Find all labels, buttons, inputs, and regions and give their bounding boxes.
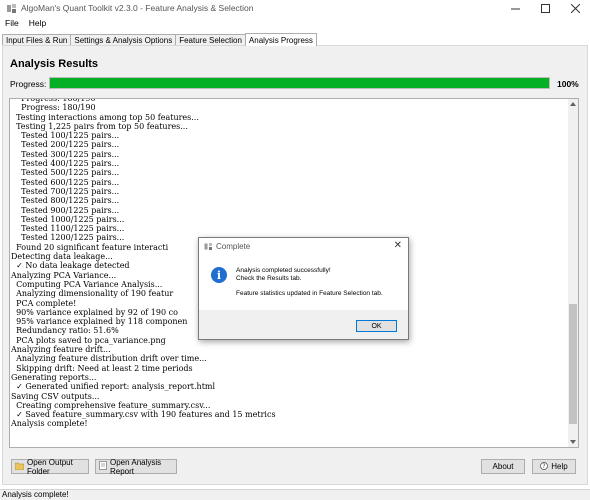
- dialog-title: Complete: [216, 242, 251, 251]
- scrollbar-thumb[interactable]: [569, 304, 577, 424]
- open-output-folder-label: Open Output Folder: [27, 457, 73, 476]
- log-line: ✓ Saved feature_summary.csv with 190 fea…: [11, 410, 276, 420]
- progress-percent: 100%: [557, 79, 579, 89]
- menu-file[interactable]: File: [0, 18, 24, 28]
- progress-bar-fill: [50, 78, 549, 88]
- scroll-down-icon[interactable]: [568, 437, 578, 447]
- scroll-up-icon[interactable]: [568, 99, 578, 109]
- dialog-message-line-2: Check the Results tab.: [236, 275, 302, 282]
- log-line: Analyzing feature drift...: [11, 345, 111, 355]
- log-line: Analyzing feature distribution drift ove…: [11, 354, 207, 364]
- help-icon: ?: [540, 461, 549, 472]
- log-scrollbar[interactable]: [568, 99, 578, 447]
- log-line: Tested 100/1225 pairs...: [11, 131, 120, 141]
- open-analysis-report-label: Open Analysis Report: [110, 457, 162, 476]
- open-output-folder-button[interactable]: Open Output Folder: [11, 457, 89, 476]
- minimize-icon[interactable]: [500, 0, 530, 16]
- log-line: Saving CSV outputs...: [11, 391, 100, 401]
- open-analysis-report-button[interactable]: Open Analysis Report: [95, 457, 177, 476]
- log-line: ✓ Generated unified report: analysis_rep…: [11, 382, 216, 392]
- dialog-message-line-3: Feature statistics updated in Feature Se…: [236, 290, 383, 297]
- folder-icon: [14, 462, 25, 472]
- log-line: Skipping drift: Need at least 2 time per…: [11, 363, 193, 373]
- close-icon[interactable]: [560, 0, 590, 16]
- log-line: Tested 200/1225 pairs...: [11, 140, 120, 150]
- log-line: Tested 800/1225 pairs...: [11, 196, 120, 206]
- dialog-message-line-1: Analysis completed successfully!: [236, 267, 331, 274]
- svg-text:?: ?: [543, 463, 546, 470]
- about-label: About: [492, 462, 514, 471]
- log-line: Generating reports...: [11, 372, 97, 382]
- dialog-titlebar: Complete ✕: [199, 238, 408, 255]
- log-line: Analysis complete!: [11, 419, 88, 429]
- dialog-close-icon[interactable]: ✕: [394, 240, 402, 251]
- page-title: Analysis Results: [10, 58, 99, 70]
- dialog-message: Analysis completed successfully! Check t…: [236, 267, 383, 298]
- log-line: Tested 500/1225 pairs...: [11, 168, 120, 178]
- ok-button[interactable]: OK: [356, 320, 397, 332]
- about-button[interactable]: About: [481, 459, 525, 474]
- log-line: Tested 900/1225 pairs...: [11, 205, 120, 215]
- progress-label: Progress:: [10, 79, 47, 89]
- log-line: Tested 300/1225 pairs...: [11, 149, 120, 159]
- log-line: Tested 1000/1225 pairs...: [11, 214, 125, 224]
- log-line: Tested 600/1225 pairs...: [11, 177, 120, 187]
- log-line: Tested 400/1225 pairs...: [11, 159, 120, 169]
- help-label: Help: [551, 462, 568, 471]
- window-titlebar: AlgoMan's Quant Toolkit v2.3.0 - Feature…: [0, 0, 590, 16]
- progress-bar: [49, 77, 550, 89]
- tab-analysis-progress[interactable]: Analysis Progress: [244, 33, 317, 46]
- log-line: Tested 700/1225 pairs...: [11, 186, 120, 196]
- log-line: Tested 1100/1225 pairs...: [11, 224, 125, 234]
- log-line: Testing interactions among top 50 featur…: [11, 112, 199, 122]
- window-title: AlgoMan's Quant Toolkit v2.3.0 - Feature…: [21, 3, 254, 13]
- status-bar: Analysis complete!: [0, 489, 590, 500]
- dialog-app-icon: [204, 242, 213, 251]
- app-icon: [5, 2, 17, 14]
- report-icon: [99, 461, 107, 472]
- complete-dialog: Complete ✕ i Analysis completed successf…: [198, 237, 409, 340]
- help-button[interactable]: ? Help: [532, 459, 576, 474]
- log-line: Testing 1,225 pairs from top 50 features…: [11, 121, 188, 131]
- menu-bar: File Help: [0, 16, 590, 30]
- maximize-icon[interactable]: [530, 0, 560, 16]
- info-icon: i: [211, 267, 227, 283]
- log-line: Creating comprehensive feature_summary.c…: [11, 400, 211, 410]
- menu-help[interactable]: Help: [24, 18, 51, 28]
- dialog-body: i Analysis completed successfully! Check…: [199, 255, 408, 310]
- log-line: Progress: 180/190: [11, 103, 96, 113]
